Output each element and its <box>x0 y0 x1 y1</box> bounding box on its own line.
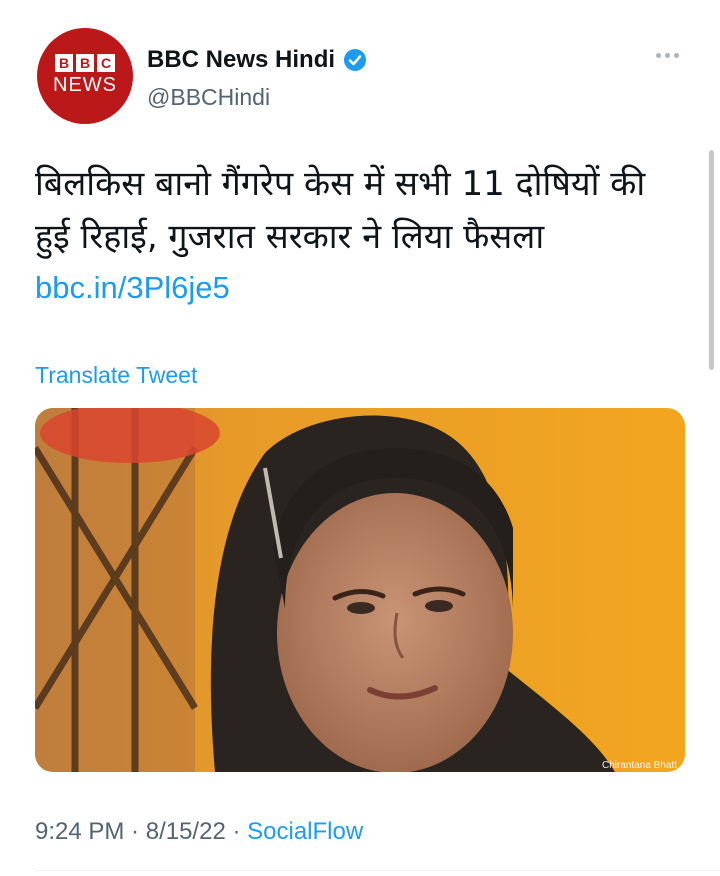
divider <box>35 870 720 871</box>
avatar[interactable]: B B C NEWS <box>37 28 133 124</box>
photo-credit: Chirantana Bhatt <box>602 760 677 771</box>
logo-letter: B <box>76 54 94 72</box>
tweet-date[interactable]: 8/15/22 <box>146 818 226 845</box>
translate-tweet-button[interactable]: Translate Tweet <box>35 362 197 389</box>
tweet-text: बिलकिस बानो गैंगरेप केस में सभी 11 दोषिय… <box>35 164 646 257</box>
meta-separator: · <box>124 818 146 845</box>
logo-news-word: NEWS <box>53 74 117 96</box>
verified-badge-icon <box>344 49 367 71</box>
tweet-photo[interactable]: Chirantana Bhatt <box>35 408 685 772</box>
tweet-link[interactable]: bbc.in/3Pl6je5 <box>35 270 230 306</box>
bbc-logo: B B C <box>55 54 115 72</box>
tweet-time[interactable]: 9:24 PM <box>35 818 124 845</box>
handle[interactable]: @BBCHindi <box>147 84 270 111</box>
photo-illustration: Chirantana Bhatt <box>35 408 685 772</box>
logo-letter: B <box>55 54 73 72</box>
display-name-text: BBC News Hindi <box>147 46 336 73</box>
display-name[interactable]: BBC News Hindi <box>147 46 367 74</box>
tweet-source[interactable]: SocialFlow <box>247 818 363 845</box>
logo-letter: C <box>97 54 115 72</box>
more-options-icon[interactable] <box>656 53 679 58</box>
tweet-meta: 9:24 PM · 8/15/22 · SocialFlow <box>35 818 363 846</box>
scrollbar[interactable] <box>709 150 714 370</box>
meta-separator: · <box>225 818 248 845</box>
